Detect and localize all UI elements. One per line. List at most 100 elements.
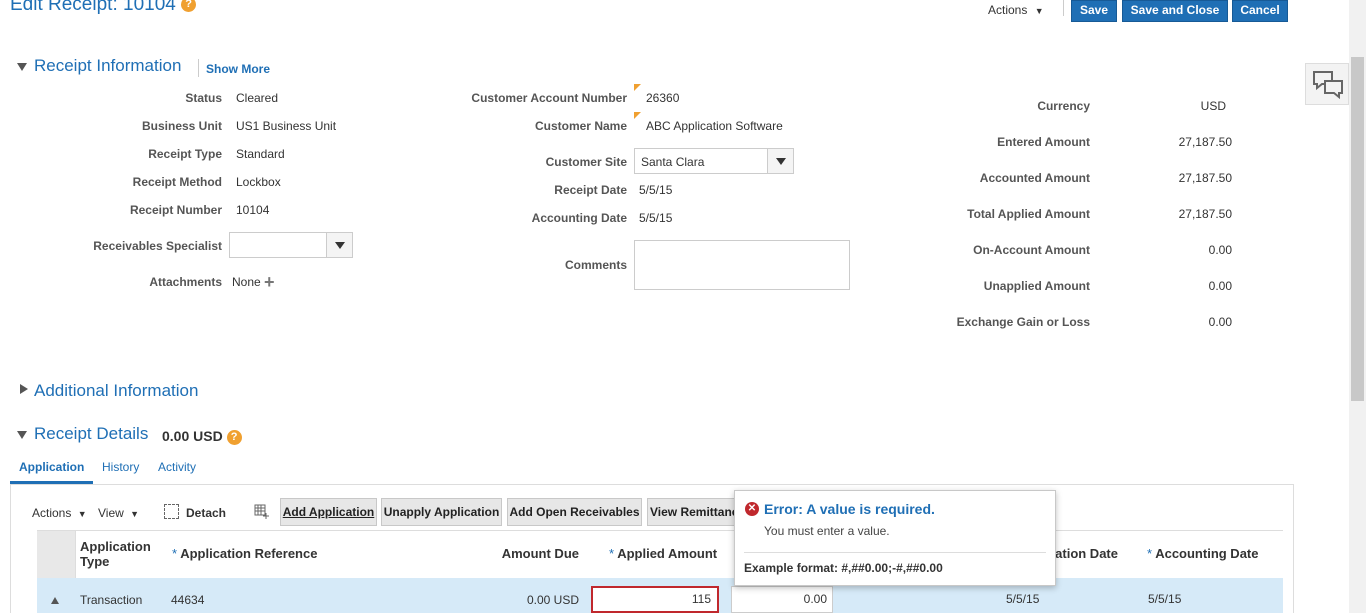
page-title-text: Edit Receipt: 10104	[10, 0, 176, 15]
additional-information-title[interactable]: Additional Information	[34, 381, 198, 401]
receipt-details-title: Receipt Details	[34, 424, 149, 443]
receipt-number-value: 10104	[236, 203, 270, 217]
total-applied-amount-label: Total Applied Amount	[967, 207, 1090, 221]
tab-activity[interactable]: Activity	[158, 460, 196, 474]
column-header-accounting-date-text: Accounting Date	[1155, 546, 1259, 561]
business-unit-label: Business Unit	[141, 119, 222, 133]
column-header-applied-amount-text: Applied Amount	[617, 546, 718, 561]
tab-application[interactable]: Application	[19, 460, 84, 474]
page-title: Edit Receipt: 10104 ?	[10, 0, 197, 16]
chat-button[interactable]	[1305, 63, 1349, 105]
column-header-amount-due[interactable]: Amount Due	[460, 546, 579, 561]
amount-input[interactable]: 0.00	[731, 586, 833, 613]
dropdown-arrow-icon[interactable]	[326, 233, 352, 257]
accounting-date-label: Accounting Date	[531, 211, 627, 225]
scrollbar-thumb[interactable]	[1351, 57, 1364, 401]
exchange-gain-loss-value: 0.00	[1208, 315, 1232, 329]
receipt-method-value: Lockbox	[236, 175, 281, 189]
dropdown-arrow-icon[interactable]	[767, 149, 793, 173]
table-header-top-border	[37, 530, 1283, 531]
cell-application-reference[interactable]: 44634	[171, 593, 204, 607]
tab-history[interactable]: History	[102, 460, 139, 474]
receipt-type-value: Standard	[236, 147, 285, 161]
comments-label: Comments	[564, 258, 627, 272]
collapse-triangle-icon[interactable]	[17, 63, 27, 71]
receipt-details-amount-text: 0.00 USD	[162, 428, 223, 444]
detach-icon[interactable]	[164, 504, 179, 519]
receipt-information-title: Receipt Information	[34, 56, 182, 75]
comments-textarea[interactable]	[634, 240, 850, 290]
on-account-amount-value: 0.00	[1208, 243, 1232, 257]
attachments-label: Attachments	[149, 275, 222, 289]
entered-amount-value: 27,187.50	[1178, 135, 1232, 149]
unapply-application-button[interactable]: Unapply Application	[381, 498, 502, 526]
grid-freeze-icon[interactable]	[254, 504, 270, 523]
on-account-amount-label: On-Account Amount	[973, 243, 1090, 257]
unapplied-amount-value: 0.00	[1208, 279, 1232, 293]
currency-label: Currency	[1037, 99, 1090, 113]
required-asterisk: *	[609, 546, 615, 561]
save-button[interactable]: Save	[1071, 0, 1117, 22]
changed-flag-icon	[634, 84, 641, 91]
applied-amount-input[interactable]: 115	[591, 586, 719, 613]
chat-icon	[1313, 71, 1343, 100]
row-expand-icon[interactable]	[51, 597, 59, 604]
receipt-date-value: 5/5/15	[639, 183, 673, 197]
header-divider	[1063, 0, 1064, 16]
cancel-button[interactable]: Cancel	[1232, 0, 1288, 22]
chevron-down-icon: ▼	[77, 509, 87, 519]
required-asterisk: *	[1147, 546, 1153, 561]
cell-application-type: Transaction	[80, 593, 143, 607]
accounted-amount-label: Accounted Amount	[979, 171, 1090, 185]
add-open-receivables-button[interactable]: Add Open Receivables	[507, 498, 642, 526]
customer-site-select[interactable]: Santa Clara	[634, 148, 794, 174]
customer-name-value: ABC Application Software	[646, 119, 783, 133]
entered-amount-label: Entered Amount	[997, 135, 1090, 149]
collapse-triangle-icon[interactable]	[17, 431, 27, 439]
toolbar-actions-menu[interactable]: Actions ▼	[32, 506, 87, 520]
receivables-specialist-label: Receivables Specialist	[93, 239, 222, 253]
help-icon[interactable]: ?	[226, 429, 242, 445]
toolbar-view-label: View	[98, 506, 124, 520]
header-actions-label: Actions	[988, 3, 1028, 17]
chevron-down-icon: ▼	[130, 509, 140, 519]
column-header-application-type[interactable]: Application Type	[80, 539, 170, 569]
cell-accounting-date[interactable]: 5/5/15	[1148, 592, 1181, 606]
changed-flag-icon	[634, 112, 641, 119]
customer-name-label: Customer Name	[534, 119, 627, 133]
error-icon: ✕	[745, 502, 759, 516]
column-header-application-reference-text: Application Reference	[180, 546, 318, 561]
customer-account-number-value: 26360	[646, 91, 680, 105]
save-and-close-button[interactable]: Save and Close	[1122, 0, 1228, 22]
column-header-applied-amount[interactable]: * Applied Amount	[609, 546, 717, 561]
business-unit-value: US1 Business Unit	[236, 119, 337, 133]
column-header-accounting-date[interactable]: * Accounting Date	[1147, 546, 1259, 561]
amount-input-value: 0.00	[803, 592, 827, 606]
accounting-date-value: 5/5/15	[639, 211, 673, 225]
column-divider	[75, 531, 76, 578]
receipt-date-label: Receipt Date	[554, 183, 627, 197]
exchange-gain-loss-label: Exchange Gain or Loss	[956, 315, 1090, 329]
cell-amount-due: 0.00 USD	[526, 593, 579, 607]
receivables-specialist-select[interactable]	[229, 232, 353, 258]
error-popup-title: Error: A value is required.	[764, 501, 935, 517]
unapplied-amount-label: Unapplied Amount	[983, 279, 1090, 293]
help-icon[interactable]: ?	[181, 0, 197, 13]
status-value: Cleared	[236, 91, 279, 105]
toolbar-actions-label: Actions	[32, 506, 72, 520]
customer-site-label: Customer Site	[545, 155, 627, 169]
expand-triangle-icon[interactable]	[20, 384, 28, 394]
header-actions-menu[interactable]: Actions ▼	[988, 3, 1044, 17]
add-application-button[interactable]: Add Application	[280, 498, 377, 526]
required-asterisk: *	[172, 546, 178, 561]
add-attachment-icon[interactable]: +	[264, 273, 275, 291]
show-more-link[interactable]: Show More	[206, 62, 270, 76]
cell-application-date[interactable]: 5/5/15	[1006, 592, 1039, 606]
detach-button[interactable]: Detach	[186, 506, 226, 520]
column-header-application-reference[interactable]: * Application Reference	[172, 546, 317, 561]
receipt-type-label: Receipt Type	[148, 147, 222, 161]
toolbar-view-menu[interactable]: View ▼	[98, 506, 139, 520]
error-popup-divider	[744, 552, 1046, 553]
receipt-method-label: Receipt Method	[132, 175, 222, 189]
attachments-value: None	[232, 275, 261, 289]
